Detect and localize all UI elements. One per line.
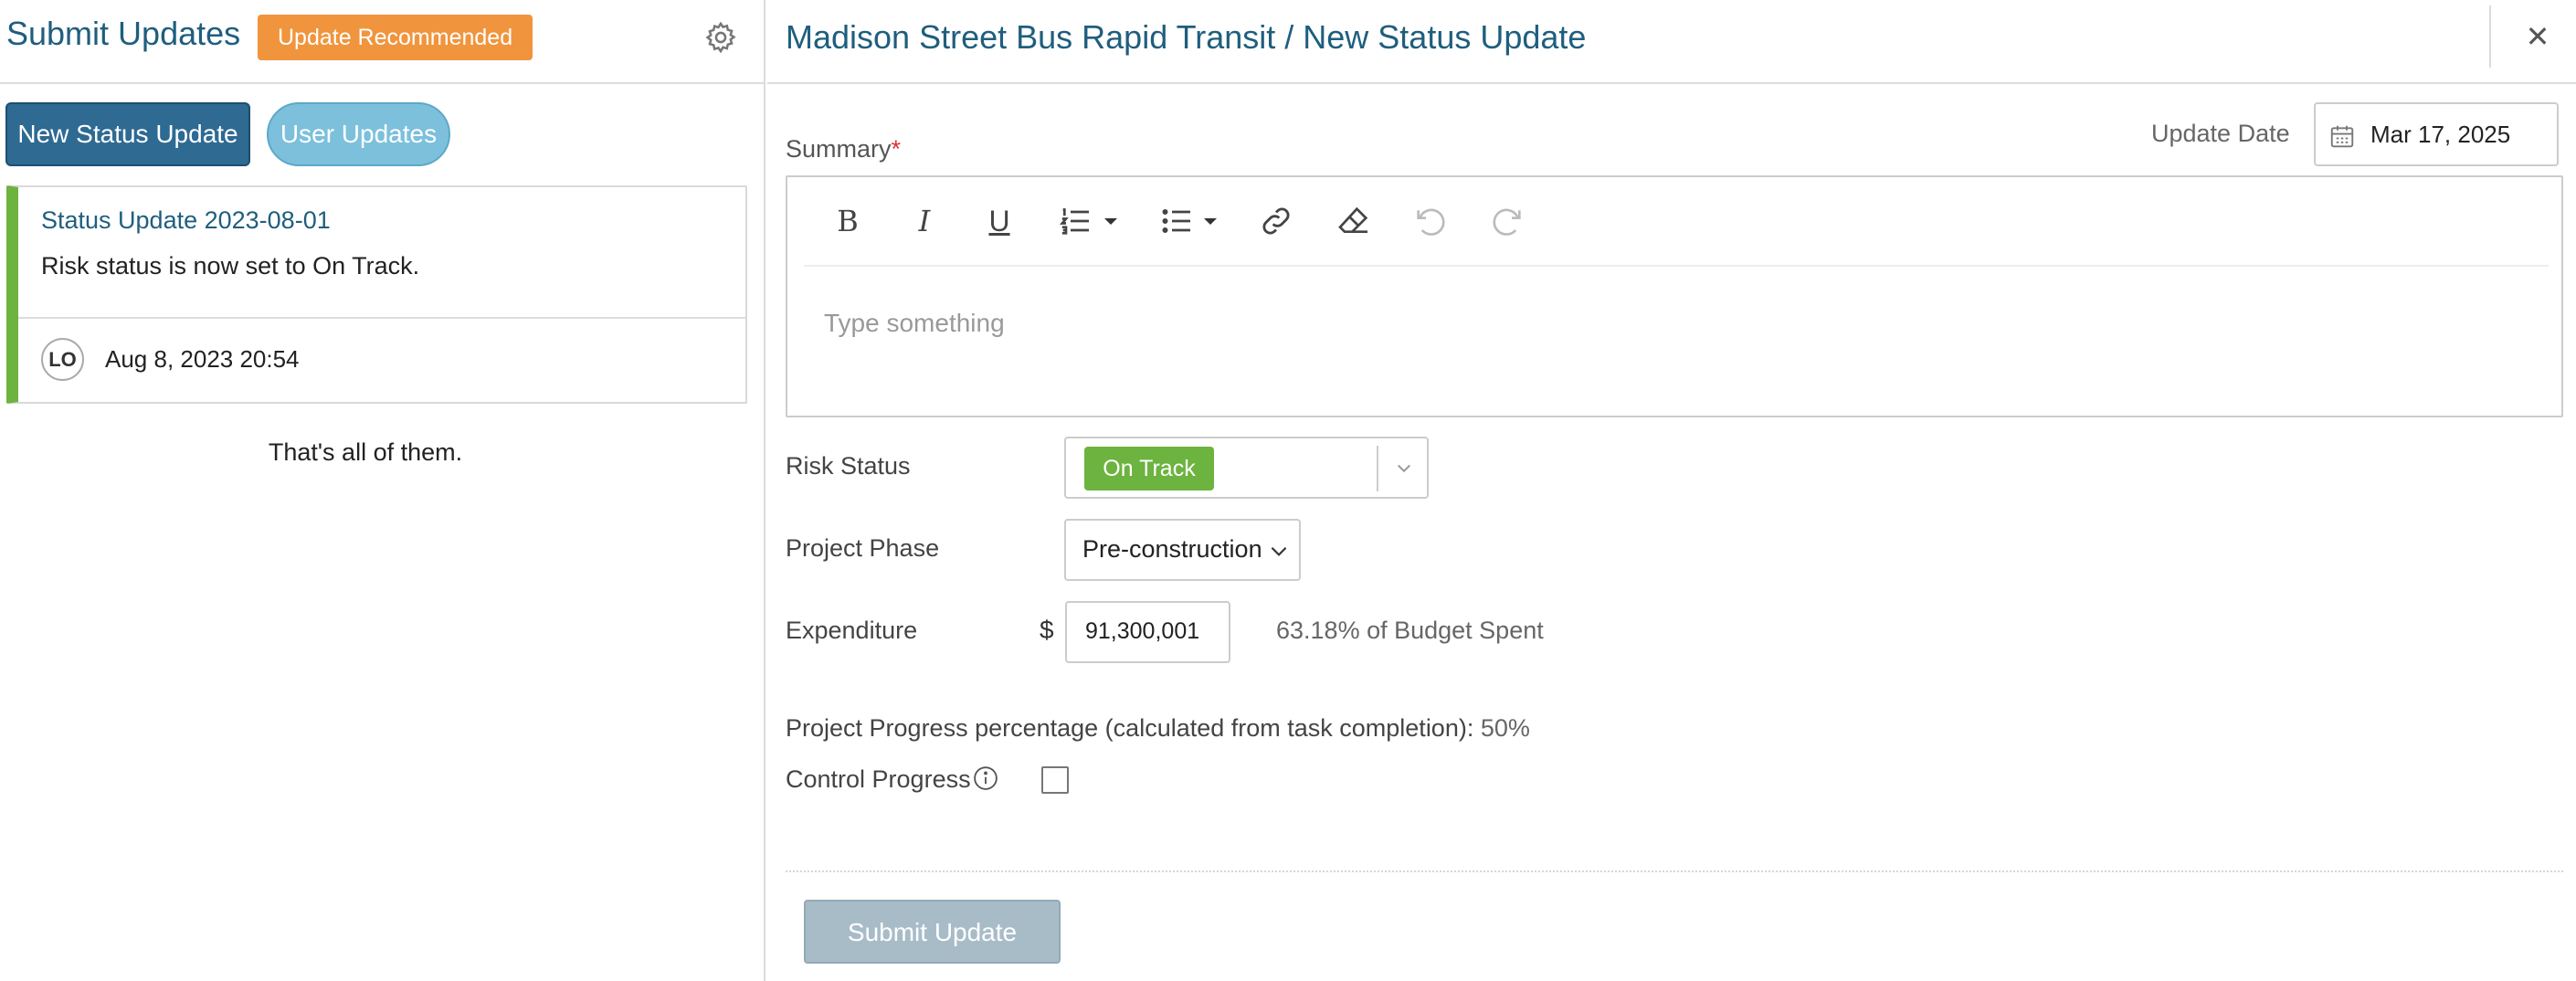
currency-symbol: $	[1040, 616, 1054, 644]
undo-icon[interactable]	[1412, 199, 1449, 243]
eraser-icon[interactable]	[1336, 199, 1372, 243]
summary-editor[interactable]: B I U Type something	[786, 175, 2563, 417]
expenditure-value: 91,300,001	[1085, 618, 1200, 644]
status-update-title-link[interactable]: Status Update 2023-08-01	[41, 206, 331, 235]
progress-label: Project Progress percentage (calculated …	[786, 714, 1474, 742]
redo-icon[interactable]	[1489, 199, 1526, 243]
status-update-timestamp: Aug 8, 2023 20:54	[105, 345, 300, 373]
end-of-list-message: That's all of them.	[268, 438, 463, 466]
close-icon[interactable]: ✕	[2521, 18, 2554, 55]
editor-placeholder: Type something	[824, 309, 1005, 337]
project-progress-text: Project Progress percentage (calculated …	[786, 714, 1530, 743]
bullet-list-dropdown-icon[interactable]	[1199, 199, 1221, 243]
link-icon[interactable]	[1258, 199, 1294, 243]
panel-title: Submit Updates	[6, 15, 241, 52]
project-phase-value: Pre-construction	[1082, 535, 1262, 563]
summary-label: Summary*	[786, 135, 902, 163]
progress-value: 50%	[1480, 714, 1530, 742]
chevron-down-icon[interactable]	[1390, 451, 1418, 484]
form-divider	[786, 870, 2563, 872]
card-divider	[18, 317, 745, 319]
left-panel-header: Submit Updates Update Recommended	[0, 0, 765, 84]
budget-spent-text: 63.18% of Budget Spent	[1276, 617, 1544, 644]
update-date-picker[interactable]: Mar 17, 2025	[2314, 102, 2559, 166]
update-date-label: Update Date	[2151, 120, 2290, 147]
info-icon[interactable]	[972, 765, 999, 792]
gear-icon[interactable]	[703, 20, 738, 55]
status-update-text: Risk status is now set to On Track.	[41, 252, 420, 280]
user-updates-button[interactable]: User Updates	[267, 102, 450, 166]
italic-button[interactable]: I	[906, 199, 943, 243]
ordered-list-dropdown-icon[interactable]	[1100, 199, 1122, 243]
control-progress-label: Control Progress	[786, 765, 971, 793]
avatar: LO	[41, 338, 84, 381]
project-phase-select[interactable]: Pre-construction	[1064, 519, 1301, 581]
update-date-value: Mar 17, 2025	[2370, 121, 2511, 148]
header-divider	[2489, 5, 2491, 68]
new-status-update-button[interactable]: New Status Update	[5, 102, 250, 166]
page-title: Madison Street Bus Rapid Transit / New S…	[786, 18, 1587, 56]
ordered-list-icon[interactable]	[1057, 199, 1093, 243]
required-marker: *	[891, 135, 902, 163]
risk-status-badge: On Track	[1084, 447, 1214, 490]
underline-button[interactable]: U	[981, 199, 1018, 243]
update-recommended-badge: Update Recommended	[258, 15, 533, 60]
bullet-list-icon[interactable]	[1158, 199, 1195, 243]
calendar-icon	[2330, 125, 2354, 148]
chevron-down-icon	[1271, 546, 1287, 556]
submit-update-button[interactable]: Submit Update	[804, 900, 1061, 964]
control-progress-checkbox[interactable]	[1041, 766, 1069, 794]
left-panel: Submit Updates Update Recommended New St…	[0, 0, 765, 981]
bold-button[interactable]: B	[829, 199, 866, 243]
expenditure-input[interactable]: 91,300,001	[1065, 601, 1230, 663]
select-divider	[1377, 446, 1378, 491]
expenditure-label: Expenditure	[786, 617, 918, 644]
risk-status-select[interactable]: On Track	[1064, 437, 1429, 499]
editor-toolbar: B I U	[804, 177, 2549, 267]
risk-status-label: Risk Status	[786, 452, 911, 480]
status-update-card[interactable]: Status Update 2023-08-01 Risk status is …	[6, 185, 747, 404]
project-phase-label: Project Phase	[786, 534, 940, 562]
right-panel-header: Madison Street Bus Rapid Transit / New S…	[767, 0, 2576, 84]
